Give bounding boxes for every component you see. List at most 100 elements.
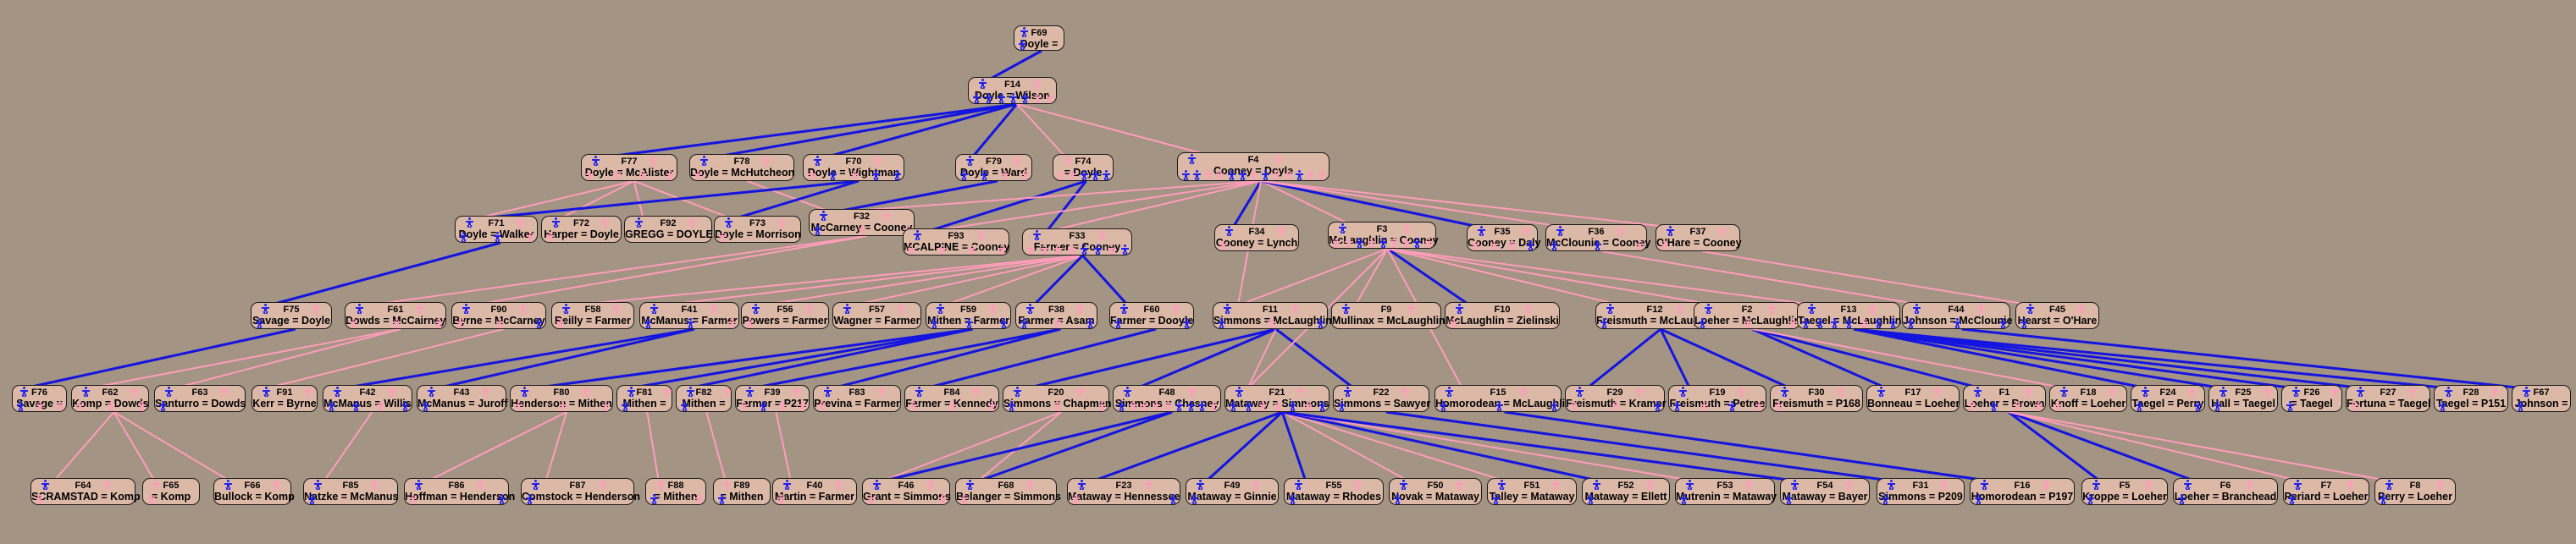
male-person-icon[interactable] <box>627 387 635 397</box>
family-node[interactable]: F60 Farmer = Dooyle <box>1109 302 1194 329</box>
female-person-icon[interactable] <box>1523 304 1531 314</box>
female-person-icon[interactable] <box>1307 170 1315 180</box>
male-person-icon[interactable] <box>746 387 754 397</box>
female-person-icon[interactable] <box>1032 79 1041 89</box>
female-person-icon[interactable] <box>937 245 946 255</box>
male-person-icon[interactable] <box>1888 318 1897 328</box>
female-person-icon[interactable] <box>1026 480 1035 490</box>
male-person-icon[interactable] <box>2380 494 2387 504</box>
female-person-icon[interactable] <box>1277 226 1285 236</box>
female-person-icon[interactable] <box>792 387 800 397</box>
family-node[interactable]: F32 McCarney = Cooney <box>809 209 915 236</box>
male-person-icon[interactable] <box>262 304 269 314</box>
male-person-icon[interactable] <box>82 387 90 397</box>
male-person-icon[interactable] <box>1551 401 1558 411</box>
family-node[interactable]: F77 Doyle = McAlister <box>581 154 677 181</box>
female-person-icon[interactable] <box>1738 387 1746 397</box>
male-person-icon[interactable] <box>1227 170 1235 180</box>
female-person-icon[interactable] <box>371 480 379 490</box>
female-person-icon[interactable] <box>1274 401 1282 411</box>
male-person-icon[interactable] <box>2439 401 2446 411</box>
female-person-icon[interactable] <box>1755 401 1763 411</box>
female-person-icon[interactable] <box>2246 480 2254 490</box>
male-person-icon[interactable] <box>562 304 570 314</box>
family-node[interactable]: F71 Doyle = Walker <box>455 216 538 243</box>
female-person-icon[interactable] <box>1617 226 1625 236</box>
female-person-icon[interactable] <box>1273 170 1281 180</box>
family-node[interactable]: F93 MCALPINE = Cooney <box>903 228 1009 256</box>
female-person-icon[interactable] <box>1210 401 1218 411</box>
male-person-icon[interactable] <box>2178 494 2186 504</box>
family-node[interactable]: F53 Mutrenin = Mataway <box>1675 478 1777 505</box>
female-person-icon[interactable] <box>2024 387 2032 397</box>
male-person-icon[interactable] <box>1593 240 1601 250</box>
family-node[interactable]: F58 Reilly = Farmer <box>551 302 634 329</box>
family-node[interactable]: F63 Santurro = Dowds <box>154 385 246 412</box>
female-person-icon[interactable] <box>1098 401 1106 411</box>
female-person-icon[interactable] <box>710 304 718 314</box>
male-person-icon[interactable] <box>760 401 767 411</box>
female-person-icon[interactable] <box>1425 238 1433 248</box>
male-person-icon[interactable] <box>871 170 880 180</box>
female-person-icon[interactable] <box>1076 387 1085 397</box>
male-person-icon[interactable] <box>686 318 694 328</box>
family-node[interactable]: F89 = Mithen <box>713 478 771 505</box>
male-person-icon[interactable] <box>2385 480 2393 490</box>
family-node[interactable]: F2 Loeher = McLaughlin <box>1694 302 1800 329</box>
male-person-icon[interactable] <box>1020 318 1028 328</box>
family-node[interactable]: F91 Kerr = Byrne <box>252 385 318 412</box>
male-person-icon[interactable] <box>1593 480 1600 490</box>
female-person-icon[interactable] <box>909 401 917 411</box>
male-person-icon[interactable] <box>1103 170 1110 180</box>
female-person-icon[interactable] <box>2408 387 2416 397</box>
male-person-icon[interactable] <box>966 156 974 166</box>
male-person-icon[interactable] <box>1120 304 1128 314</box>
female-person-icon[interactable] <box>882 211 890 221</box>
male-person-icon[interactable] <box>931 318 938 328</box>
female-person-icon[interactable] <box>2347 480 2355 490</box>
female-person-icon[interactable] <box>2351 401 2358 411</box>
family-node[interactable]: F92 GREGG = DOYLE <box>624 216 713 243</box>
family-node[interactable]: F14 Doyle = Wilson <box>968 77 1057 104</box>
female-person-icon[interactable] <box>311 304 319 314</box>
male-person-icon[interactable] <box>1295 480 1302 490</box>
family-node[interactable]: F81 Mithen = <box>616 385 672 412</box>
family-node[interactable]: F68 Belanger = Simmons <box>955 478 1061 505</box>
male-person-icon[interactable] <box>960 170 968 180</box>
female-person-icon[interactable] <box>1611 401 1620 411</box>
female-person-icon[interactable] <box>1001 170 1009 180</box>
family-tree-canvas[interactable]: F69 Doyle = F14 Doyle = Wilson F77 Doyle = Mc… <box>0 0 2576 544</box>
female-person-icon[interactable] <box>723 387 732 397</box>
female-person-icon[interactable] <box>2054 401 2062 411</box>
male-person-icon[interactable] <box>687 387 694 397</box>
male-person-icon[interactable] <box>2087 494 2094 504</box>
male-person-icon[interactable] <box>814 225 821 235</box>
female-person-icon[interactable] <box>1789 318 1797 328</box>
female-person-icon[interactable] <box>948 401 957 411</box>
male-person-icon[interactable] <box>1342 304 1350 314</box>
male-person-icon[interactable] <box>829 170 837 180</box>
male-person-icon[interactable] <box>681 401 688 411</box>
male-person-icon[interactable] <box>783 480 791 490</box>
male-person-icon[interactable] <box>1888 480 1895 490</box>
female-person-icon[interactable] <box>2145 480 2153 490</box>
male-person-icon[interactable] <box>1114 318 1122 328</box>
male-person-icon[interactable] <box>1975 494 1982 504</box>
male-person-icon[interactable] <box>1882 494 1889 504</box>
male-person-icon[interactable] <box>1791 480 1799 490</box>
family-node[interactable]: F34 Cooney = Lynch <box>1214 224 1299 251</box>
female-person-icon[interactable] <box>130 387 138 397</box>
male-person-icon[interactable] <box>592 156 600 166</box>
family-node[interactable]: F80 Henderson = Mithen <box>510 385 613 412</box>
male-person-icon[interactable] <box>314 480 322 490</box>
male-person-icon[interactable] <box>635 217 643 228</box>
male-person-icon[interactable] <box>997 93 1005 103</box>
male-person-icon[interactable] <box>1999 318 2007 328</box>
male-person-icon[interactable] <box>1456 304 1463 314</box>
female-person-icon[interactable] <box>2490 387 2499 397</box>
family-node[interactable]: F54 Mataway = Bayer <box>1780 478 1870 505</box>
female-person-icon[interactable] <box>1097 230 1106 240</box>
male-person-icon[interactable] <box>1907 318 1915 328</box>
female-person-icon[interactable] <box>2034 401 2043 411</box>
male-person-icon[interactable] <box>1019 40 1026 50</box>
